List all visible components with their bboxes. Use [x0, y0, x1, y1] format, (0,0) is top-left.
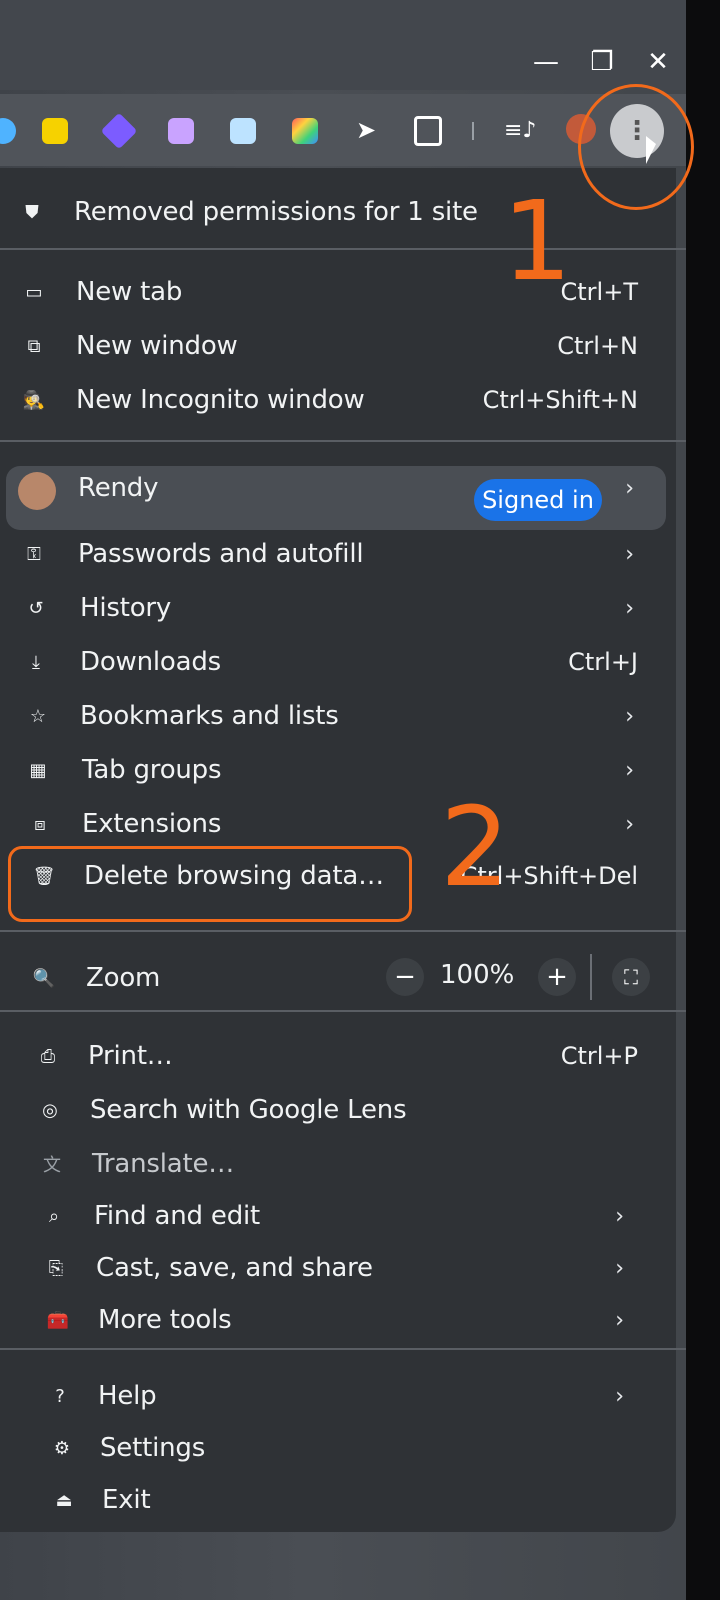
extension-screen-icon[interactable] — [230, 118, 256, 144]
zoom-icon: 🔍 — [32, 967, 56, 989]
chevron-right-icon: › — [615, 1203, 624, 1229]
menu-item-history[interactable]: ↺ History › — [0, 582, 676, 634]
zoom-label: Zoom — [86, 963, 161, 993]
extension-color-picker-icon[interactable] — [292, 118, 318, 144]
extension-cursor-icon[interactable]: ➤ — [356, 116, 376, 144]
restore-button[interactable]: ❐ — [584, 44, 620, 80]
puzzle-icon: ⧈ — [34, 813, 46, 835]
screen: — ❐ ✕ ➤ ≡♪ ⋮ ⛊ Removed permissions for 1… — [0, 0, 694, 1600]
extension-diamond-icon[interactable] — [100, 112, 138, 150]
chevron-right-icon: › — [615, 1383, 624, 1409]
menu-item-print[interactable]: ⎙ Print… Ctrl+P — [0, 1030, 676, 1082]
menu-item-translate[interactable]: 文 Translate… — [0, 1138, 676, 1190]
minimize-icon: — — [533, 47, 559, 77]
tab-groups-icon: ▦ — [29, 759, 47, 781]
menu-separator — [0, 930, 686, 932]
chevron-right-icon: › — [625, 541, 634, 567]
gear-icon: ⚙ — [53, 1437, 71, 1459]
annotation-number-1: 1 — [502, 177, 572, 305]
close-window-button[interactable]: ✕ — [640, 44, 676, 80]
zoom-out-button[interactable]: − — [386, 958, 424, 996]
menu-item-downloads[interactable]: ⤓ Downloads Ctrl+J — [0, 636, 676, 688]
menu-item-extensions[interactable]: ⧈ Extensions › — [0, 798, 676, 850]
menu-item-new-tab[interactable]: ▭ New tab Ctrl+T — [0, 266, 676, 318]
chevron-right-icon: › — [625, 811, 634, 837]
zoom-value: 100% — [440, 960, 515, 990]
exit-icon: ⏏ — [55, 1489, 73, 1511]
toolbar-divider — [472, 122, 474, 140]
find-in-page-icon: ⌕ — [48, 1205, 60, 1227]
removed-permissions-item[interactable]: ⛊ Removed permissions for 1 site — [0, 186, 676, 238]
menu-separator — [0, 1348, 686, 1350]
help-icon: ? — [55, 1385, 65, 1407]
zoom-divider — [590, 954, 592, 1000]
history-icon: ↺ — [28, 597, 44, 619]
menu-item-bookmarks[interactable]: ☆ Bookmarks and lists › — [0, 690, 676, 742]
menu-item-settings[interactable]: ⚙ Settings — [0, 1422, 676, 1474]
menu-item-exit[interactable]: ⏏ Exit — [0, 1474, 676, 1526]
annotation-circle-step1 — [578, 84, 694, 210]
star-icon: ☆ — [29, 705, 47, 727]
chevron-right-icon: › — [615, 1307, 624, 1333]
menu-item-new-window[interactable]: ⧉ New window Ctrl+N — [0, 320, 676, 372]
notice-label: Removed permissions for 1 site — [74, 197, 478, 227]
menu-separator — [0, 440, 686, 442]
restore-icon: ❐ — [590, 47, 614, 77]
menu-item-cast-save-share[interactable]: ⎘ Cast, save, and share › — [0, 1242, 676, 1294]
title-bar: — ❐ ✕ — [0, 0, 686, 90]
menu-item-tab-groups[interactable]: ▦ Tab groups › — [0, 744, 676, 796]
extension-pencil-icon[interactable] — [42, 118, 68, 144]
close-icon: ✕ — [647, 47, 669, 77]
menu-separator — [0, 248, 686, 250]
cast-icon: ⎘ — [48, 1257, 64, 1279]
toolbox-icon: 🧰 — [46, 1309, 70, 1331]
extensions-puzzle-icon[interactable] — [414, 116, 442, 146]
print-icon: ⎙ — [40, 1045, 56, 1067]
extension-icon[interactable] — [0, 118, 16, 144]
chevron-right-icon: › — [625, 595, 634, 621]
key-icon: ⚿ — [27, 543, 41, 565]
chevron-right-icon: › — [615, 1255, 624, 1281]
menu-item-find-and-edit[interactable]: ⌕ Find and edit › — [0, 1190, 676, 1242]
zoom-in-button[interactable]: + — [538, 958, 576, 996]
fullscreen-icon[interactable]: ⛶ — [612, 958, 650, 996]
chevron-right-icon: › — [625, 703, 634, 729]
menu-item-more-tools[interactable]: 🧰 More tools › — [0, 1294, 676, 1346]
chevron-right-icon: › — [625, 475, 634, 501]
incognito-icon: 🕵 — [22, 389, 46, 411]
download-icon: ⤓ — [32, 651, 40, 673]
chevron-right-icon: › — [625, 757, 634, 783]
extension-camera-icon[interactable] — [168, 118, 194, 144]
minimize-button[interactable]: — — [528, 44, 564, 80]
profile-chevron-row: › — [0, 462, 676, 514]
menu-separator — [0, 1010, 686, 1012]
annotation-number-2: 2 — [440, 783, 510, 911]
google-lens-icon: ◎ — [42, 1099, 58, 1121]
shield-icon: ⛊ — [25, 201, 39, 223]
menu-item-google-lens[interactable]: ◎ Search with Google Lens — [0, 1084, 676, 1136]
menu-item-passwords[interactable]: ⚿ Passwords and autofill › — [0, 528, 676, 580]
annotation-box-step2 — [8, 846, 412, 922]
new-window-icon: ⧉ — [27, 335, 41, 357]
menu-item-new-incognito[interactable]: 🕵 New Incognito window Ctrl+Shift+N — [0, 374, 676, 426]
new-tab-icon: ▭ — [25, 281, 43, 303]
menu-item-help[interactable]: ? Help › — [0, 1370, 676, 1422]
translate-icon: 文 — [43, 1155, 61, 1176]
reading-list-icon[interactable]: ≡♪ — [504, 118, 536, 143]
